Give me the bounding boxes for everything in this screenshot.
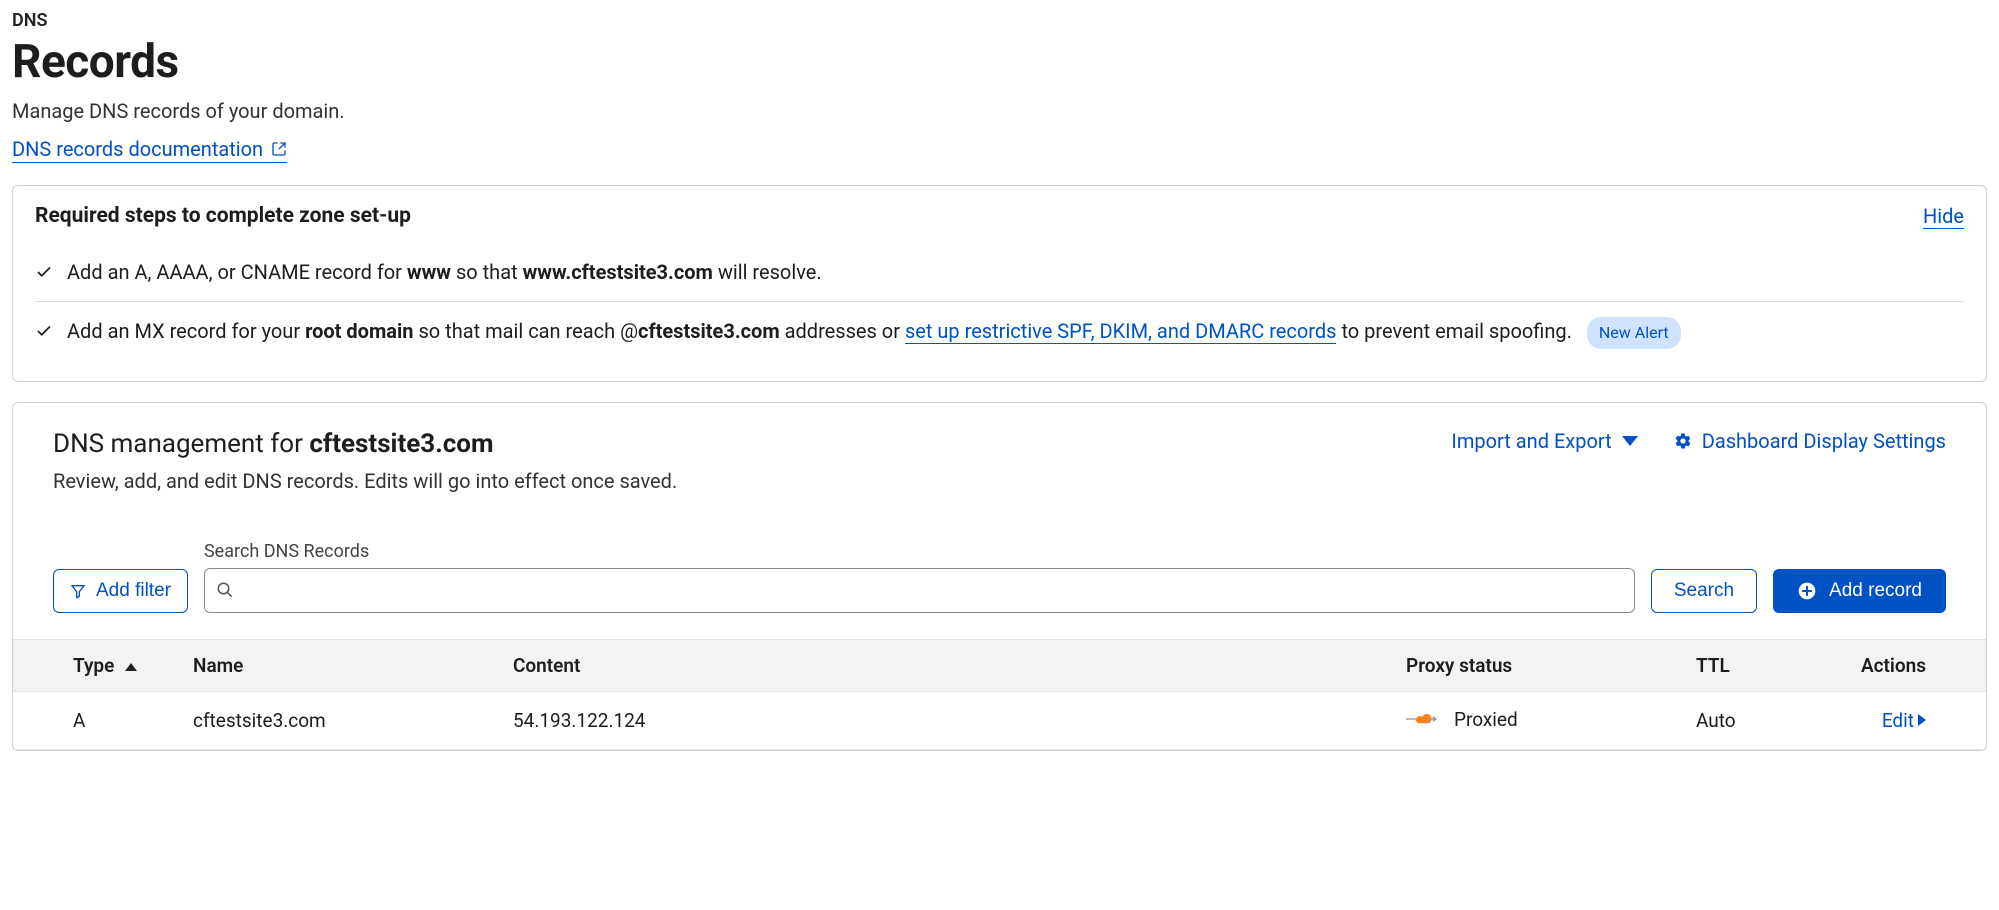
add-record-button[interactable]: Add record	[1773, 569, 1946, 613]
external-link-icon	[271, 141, 287, 157]
caret-right-icon	[1918, 714, 1926, 726]
filter-icon	[70, 583, 86, 599]
setup-steps-panel: Required steps to complete zone set-up H…	[12, 185, 1987, 382]
table-row: A cftestsite3.com 54.193.122.124 Proxied	[13, 691, 1986, 750]
spf-dkim-dmarc-link[interactable]: set up restrictive SPF, DKIM, and DMARC …	[905, 319, 1337, 344]
cell-ttl: Auto	[1686, 691, 1826, 750]
setup-steps-title: Required steps to complete zone set-up	[35, 204, 411, 228]
caret-down-icon	[1622, 436, 1638, 446]
import-export-dropdown[interactable]: Import and Export	[1451, 429, 1637, 453]
col-actions: Actions	[1826, 639, 1986, 691]
cell-content: 54.193.122.124	[503, 691, 1396, 750]
setup-step-www: Add an A, AAAA, or CNAME record for www …	[35, 243, 1964, 301]
new-alert-badge: New Alert	[1587, 317, 1681, 349]
cloud-proxied-icon	[1406, 710, 1440, 728]
setup-step-mx: Add an MX record for your root domain so…	[35, 301, 1964, 363]
search-input[interactable]	[204, 568, 1635, 613]
col-content[interactable]: Content	[503, 639, 1396, 691]
page-subtitle: Manage DNS records of your domain.	[12, 99, 1987, 123]
dns-management-panel: DNS management for cftestsite3.com Revie…	[12, 402, 1987, 752]
plus-circle-icon	[1797, 581, 1817, 601]
col-ttl[interactable]: TTL	[1686, 639, 1826, 691]
cell-type: A	[13, 691, 183, 750]
dashboard-display-settings-link[interactable]: Dashboard Display Settings	[1674, 429, 1946, 453]
sort-asc-icon	[125, 663, 137, 671]
search-button[interactable]: Search	[1651, 569, 1757, 613]
page-title: Records	[12, 35, 1987, 89]
cell-name: cftestsite3.com	[183, 691, 503, 750]
dns-docs-link-label: DNS records documentation	[12, 137, 263, 161]
col-name[interactable]: Name	[183, 639, 503, 691]
breadcrumb: DNS	[12, 10, 1987, 31]
add-filter-button[interactable]: Add filter	[53, 569, 188, 613]
check-icon	[35, 322, 53, 340]
check-icon	[35, 263, 53, 281]
dns-records-table: Type Name Content Proxy status TTL Actio…	[13, 639, 1986, 751]
hide-setup-steps-link[interactable]: Hide	[1923, 204, 1964, 229]
dns-management-title: DNS management for cftestsite3.com	[53, 429, 677, 459]
dns-docs-link[interactable]: DNS records documentation	[12, 137, 287, 163]
search-label: Search DNS Records	[204, 541, 1635, 562]
col-type[interactable]: Type	[13, 639, 183, 691]
cell-proxy: Proxied	[1396, 691, 1686, 750]
dns-management-subtitle: Review, add, and edit DNS records. Edits…	[53, 469, 677, 493]
col-proxy[interactable]: Proxy status	[1396, 639, 1686, 691]
search-icon	[216, 581, 234, 599]
gear-icon	[1674, 432, 1692, 450]
edit-record-button[interactable]: Edit	[1882, 709, 1926, 732]
